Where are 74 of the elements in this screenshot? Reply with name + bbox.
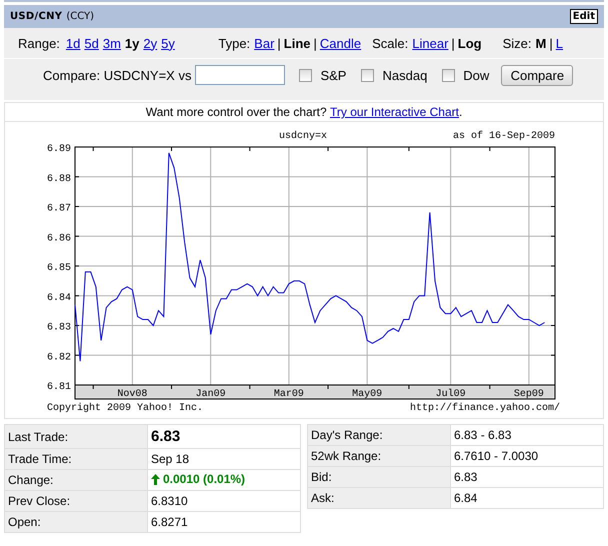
- checkbox[interactable]: [299, 68, 312, 82]
- interactive-chart-link[interactable]: Try our Interactive Chart: [330, 105, 459, 119]
- compare-input-field[interactable]: [195, 65, 286, 85]
- quote-label: 52wk Range:: [308, 446, 450, 466]
- quote-value: 6.8271: [148, 512, 300, 532]
- y-tick-label: 6.82: [46, 352, 71, 364]
- quote-label: Open:: [4, 512, 148, 532]
- checkbox-label: S&P: [320, 68, 346, 82]
- quote-label: Ask:: [308, 488, 450, 508]
- quote-label: Day's Range:: [308, 424, 450, 446]
- range-option[interactable]: 2y: [143, 36, 158, 50]
- up-arrow-icon: [151, 474, 160, 485]
- quote-label: Last Trade:: [4, 424, 148, 448]
- quote-value: 6.83: [450, 466, 604, 488]
- compare-button[interactable]: Compare: [501, 65, 574, 86]
- separator-text: |: [451, 36, 455, 50]
- quote-value: 6.8310: [148, 490, 300, 512]
- y-tick-label: 6.89: [46, 144, 71, 155]
- compare-label: Compare: USDCNY=X vs: [43, 68, 192, 83]
- separator-text: |: [549, 36, 553, 50]
- checkbox[interactable]: [361, 68, 374, 82]
- y-tick-label: 6.86: [46, 233, 71, 244]
- y-tick-label: 6.85: [46, 263, 71, 274]
- y-tick-label: 6.83: [46, 322, 71, 334]
- x-tick-label: Mar09: [274, 389, 304, 400]
- x-tick-label: Sep09: [514, 389, 544, 400]
- x-tick-label: Nov08: [117, 389, 148, 400]
- quote-label: Bid:: [308, 466, 450, 488]
- checkbox[interactable]: [442, 68, 456, 82]
- last-price: 6.83: [148, 424, 300, 448]
- quote-label: Prev Close:: [4, 490, 148, 512]
- quote-value: 6.7610 - 7.0030: [450, 446, 604, 466]
- separator-text: |: [277, 36, 281, 50]
- symbol-type: (CCY): [66, 11, 94, 22]
- promo-text: Want more control over the chart?: [146, 105, 327, 119]
- scale-label: Scale:: [372, 36, 408, 50]
- quote-label: Change:: [4, 470, 148, 490]
- source-url: http://finance.yahoo.com/: [410, 403, 560, 414]
- scale-option[interactable]: Linear: [412, 36, 448, 50]
- symbol-title: USD/CNY: [10, 11, 62, 22]
- range-label: Range:: [18, 36, 60, 50]
- quote-value: Sep 18: [148, 448, 300, 470]
- type-option[interactable]: Bar: [254, 36, 274, 50]
- type-option[interactable]: Line: [284, 36, 311, 50]
- range-option[interactable]: 5d: [84, 36, 99, 50]
- x-tick-label: May09: [352, 389, 382, 400]
- checkbox-label: Nasdaq: [382, 68, 428, 82]
- period-text: .: [458, 105, 462, 119]
- scale-option[interactable]: Log: [458, 36, 482, 50]
- quote-value: 6.83 - 6.83: [450, 424, 604, 446]
- range-option[interactable]: 1d: [66, 36, 80, 50]
- y-tick-label: 6.81: [46, 382, 71, 393]
- size-option[interactable]: L: [556, 36, 563, 50]
- copyright-text: Copyright 2009 Yahoo! Inc.: [47, 403, 204, 414]
- quote-value: 6.84: [450, 488, 604, 508]
- y-tick-label: 6.88: [46, 174, 71, 185]
- y-tick-label: 6.87: [46, 204, 71, 214]
- as-of-date: as of 16-Sep-2009: [452, 131, 555, 142]
- range-option[interactable]: 3m: [102, 36, 121, 50]
- range-option[interactable]: 5y: [161, 36, 175, 50]
- type-option[interactable]: Candle: [320, 36, 362, 50]
- x-tick-label: Jul09: [436, 389, 466, 400]
- size-label: Size:: [502, 36, 532, 50]
- y-tick-label: 6.84: [46, 292, 71, 304]
- range-option[interactable]: 1y: [124, 36, 140, 50]
- edit-button[interactable]: Edit: [570, 9, 598, 24]
- quote-label: Trade Time:: [4, 448, 148, 470]
- checkbox-label: Dow: [463, 68, 490, 82]
- size-option[interactable]: M: [536, 36, 546, 50]
- separator-text: |: [314, 36, 317, 50]
- chart-title: usdcny=x: [279, 131, 327, 142]
- change-value: 0.0010 (0.01%): [163, 472, 246, 486]
- type-label: Type:: [218, 36, 250, 50]
- x-tick-label: Jan09: [196, 389, 226, 400]
